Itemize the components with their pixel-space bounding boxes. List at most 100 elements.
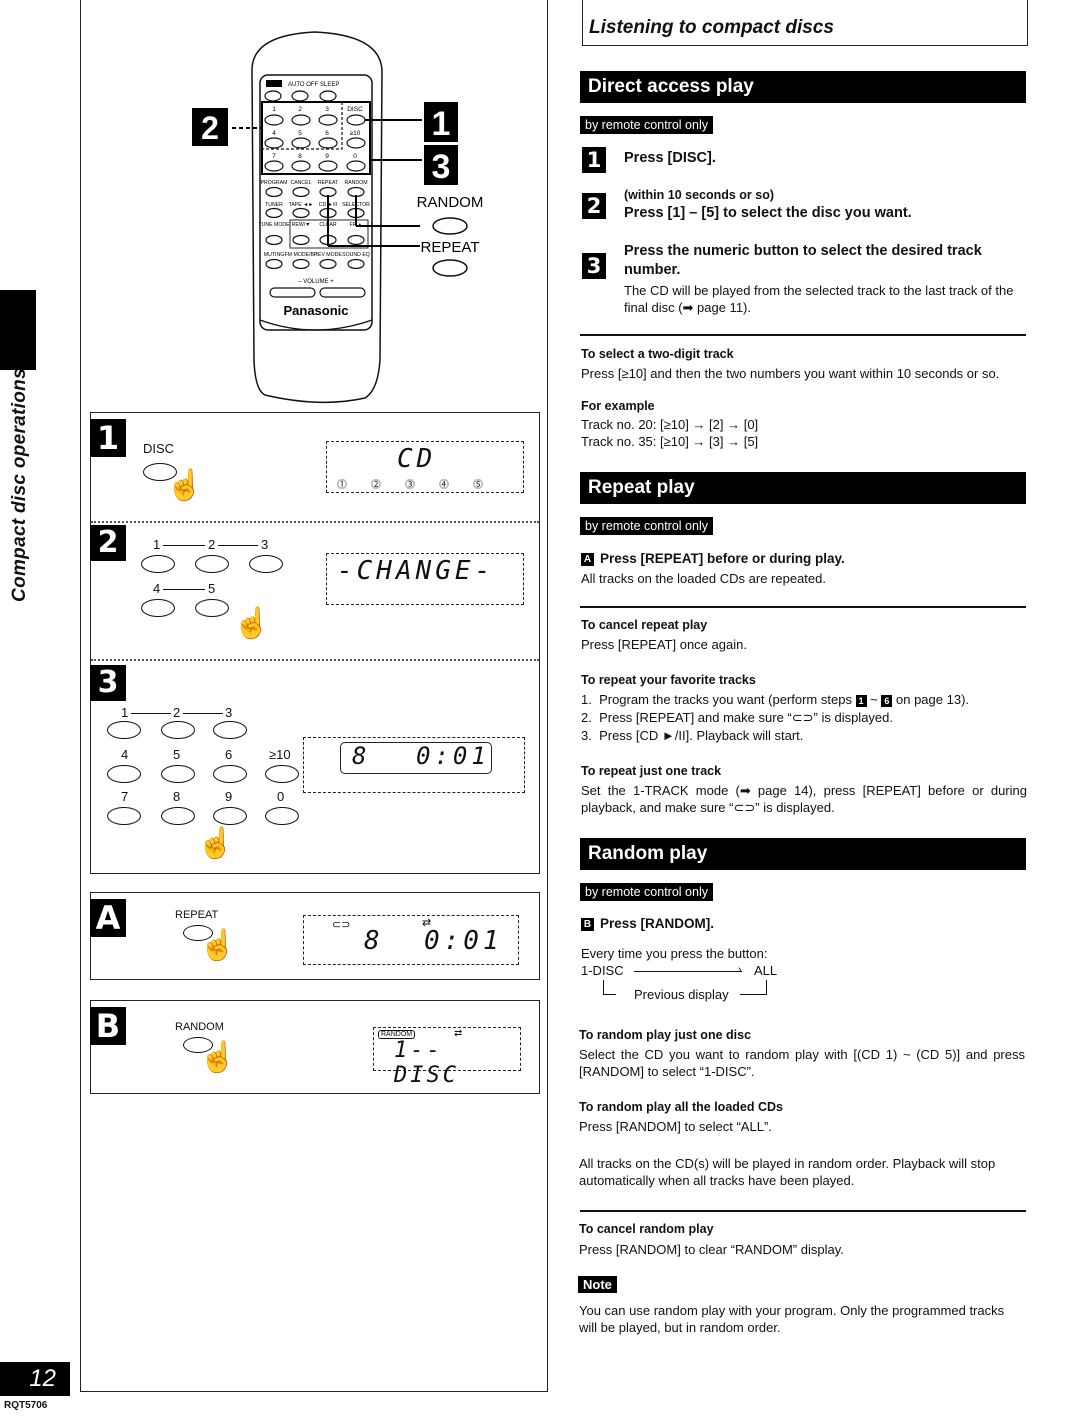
repeat-button-icon bbox=[432, 259, 468, 277]
step-2-subtext: (within 10 seconds or so) bbox=[624, 188, 775, 202]
all-cds-detail: All tracks on the CD(s) will be played i… bbox=[579, 1156, 996, 1188]
svg-text:– VOLUME +: – VOLUME + bbox=[298, 279, 334, 285]
key-4-button[interactable] bbox=[107, 765, 141, 783]
random-step: B Press [RANDOM]. bbox=[581, 916, 714, 931]
step-b-badge: B bbox=[90, 1007, 126, 1045]
cycle-from: 1-DISC bbox=[581, 963, 624, 978]
key-10-plus-button[interactable] bbox=[265, 765, 299, 783]
key-5-button[interactable] bbox=[195, 599, 229, 617]
pressing-hand-icon: ☝ bbox=[233, 607, 271, 640]
pressing-hand-icon: ☝ bbox=[199, 929, 237, 962]
callout-random: RANDOM bbox=[417, 194, 484, 211]
key-4-button[interactable] bbox=[141, 599, 175, 617]
two-digit-body: Press [≥10] and then the two numbers you… bbox=[581, 366, 1000, 381]
step-3-badge: 3 bbox=[90, 665, 126, 701]
svg-text:SOUND EQ: SOUND EQ bbox=[342, 252, 370, 258]
step-1-text: Press [DISC]. bbox=[624, 150, 716, 166]
svg-text:9: 9 bbox=[325, 153, 329, 160]
svg-text:0: 0 bbox=[353, 153, 357, 160]
favorite-item-1: 1. Program the tracks you want (perform … bbox=[581, 692, 970, 707]
one-track-heading: To repeat just one track bbox=[581, 764, 722, 778]
svg-text:≥10: ≥10 bbox=[350, 130, 361, 137]
key-1-button[interactable] bbox=[107, 721, 141, 739]
key-2-button[interactable] bbox=[195, 555, 229, 573]
repeat-indicator-icon: ⊂⊃ bbox=[332, 919, 351, 931]
lcd-display-step-1: CD ⓵⓶⓷⓸⓹ bbox=[326, 441, 524, 493]
disc-indicators: ⓵⓶⓷⓸⓹ bbox=[337, 480, 485, 491]
svg-text:REPEAT: REPEAT bbox=[318, 180, 339, 186]
svg-text:5: 5 bbox=[298, 130, 302, 137]
step-3-text: Press the numeric button to select the d… bbox=[624, 243, 982, 278]
callout-repeat: REPEAT bbox=[421, 239, 480, 256]
step-b-badge: B bbox=[581, 918, 594, 931]
section-tab-marker bbox=[0, 290, 36, 370]
lcd-display-step-3: 8 0:01 bbox=[303, 737, 525, 793]
remote-only-tag: by remote control only bbox=[580, 517, 713, 535]
svg-text:RANDOM: RANDOM bbox=[344, 180, 367, 186]
step-3-detail: The CD will be played from the selected … bbox=[624, 283, 1014, 315]
lcd-display-step-2: -CHANGE- bbox=[326, 553, 524, 605]
step-2-text: Press [1] – [5] to select the disc you w… bbox=[624, 205, 912, 221]
svg-text:TUNER: TUNER bbox=[265, 202, 283, 208]
all-cds-heading: To random play all the loaded CDs bbox=[579, 1100, 783, 1114]
remote-only-tag: by remote control only bbox=[580, 116, 713, 134]
svg-text:4: 4 bbox=[272, 130, 276, 137]
svg-text:1: 1 bbox=[272, 106, 276, 113]
section-side-label: Compact disc operations bbox=[9, 368, 30, 602]
svg-text:REV MODE: REV MODE bbox=[314, 252, 342, 258]
step-1-number: 1 bbox=[582, 147, 606, 173]
key-7-button[interactable] bbox=[107, 807, 141, 825]
cancel-repeat-body: Press [REPEAT] once again. bbox=[581, 637, 747, 652]
cycle-arrow bbox=[634, 971, 742, 972]
cycle-intro: Every time you press the button: bbox=[581, 946, 768, 961]
step-a-badge: A bbox=[90, 899, 126, 937]
svg-text:8: 8 bbox=[298, 153, 302, 160]
favorite-item-3: 3. Press [CD ►/II]. Playback will start. bbox=[581, 728, 804, 743]
key-3-button[interactable] bbox=[213, 721, 247, 739]
svg-text:PROGRAM: PROGRAM bbox=[261, 180, 288, 186]
random-button-icon bbox=[432, 217, 468, 235]
key-0-button[interactable] bbox=[265, 807, 299, 825]
svg-text:CANCEL: CANCEL bbox=[290, 180, 311, 186]
favorite-tracks-heading: To repeat your favorite tracks bbox=[581, 673, 756, 687]
step-a-badge: A bbox=[581, 553, 594, 566]
svg-text:FM MODE/BP: FM MODE/BP bbox=[285, 252, 318, 258]
remote-only-tag: by remote control only bbox=[580, 883, 713, 901]
key-1-button[interactable] bbox=[141, 555, 175, 573]
svg-text:REW/▼: REW/▼ bbox=[292, 222, 311, 228]
repeat-step-diagram: A REPEAT ☝ ⊂⊃ ⇄ 8 0:01 bbox=[90, 892, 540, 980]
key-5-button[interactable] bbox=[161, 765, 195, 783]
svg-text:TAPE ◄►: TAPE ◄► bbox=[289, 202, 314, 208]
svg-text:MUTING: MUTING bbox=[264, 252, 284, 258]
svg-text:3: 3 bbox=[325, 106, 329, 113]
random-step-diagram: B RANDOM ☝ RANDOM ⇄ 1-- DISC bbox=[90, 1000, 540, 1094]
sleep-label: SLEEP bbox=[320, 82, 339, 88]
step-3-number: 3 bbox=[582, 253, 606, 279]
key-8-button[interactable] bbox=[161, 807, 195, 825]
repeat-step-detail: All tracks on the loaded CDs are repeate… bbox=[581, 571, 826, 586]
key-9-button[interactable] bbox=[213, 807, 247, 825]
callout-step-1: 1 bbox=[432, 105, 451, 143]
note-badge: Note bbox=[578, 1276, 617, 1293]
key-2-button[interactable] bbox=[161, 721, 195, 739]
key-3-button[interactable] bbox=[249, 555, 283, 573]
pressing-hand-icon: ☝ bbox=[166, 469, 204, 502]
section-heading-direct-access: Direct access play bbox=[580, 71, 1026, 103]
favorite-item-2: 2. Press [REPEAT] and make sure “⊂⊃” is … bbox=[581, 710, 893, 725]
step-2-number: 2 bbox=[582, 193, 606, 219]
disc-button-label: DISC bbox=[143, 441, 175, 456]
document-code: RQT5706 bbox=[4, 1400, 48, 1411]
cancel-random-body: Press [RANDOM] to clear “RANDOM” display… bbox=[579, 1242, 844, 1257]
callout-step-3: 3 bbox=[432, 148, 451, 186]
remote-control-illustration: AUTO OFF SLEEP 1 2 3 DISC 4 5 6 ≥10 7 8 … bbox=[170, 30, 510, 410]
two-digit-heading: To select a two-digit track bbox=[581, 347, 734, 361]
svg-text:7: 7 bbox=[272, 153, 276, 160]
panasonic-logo: Panasonic bbox=[283, 303, 348, 318]
svg-text:6: 6 bbox=[325, 130, 329, 137]
cycle-to: ALL bbox=[754, 963, 778, 978]
lcd-display-repeat: ⊂⊃ ⇄ 8 0:01 bbox=[303, 915, 519, 965]
key-6-button[interactable] bbox=[213, 765, 247, 783]
lcd-display-random: RANDOM ⇄ 1-- DISC bbox=[373, 1027, 521, 1088]
pressing-hand-icon: ☝ bbox=[197, 827, 235, 860]
repeat-step: A Press [REPEAT] before or during play. bbox=[581, 551, 845, 566]
